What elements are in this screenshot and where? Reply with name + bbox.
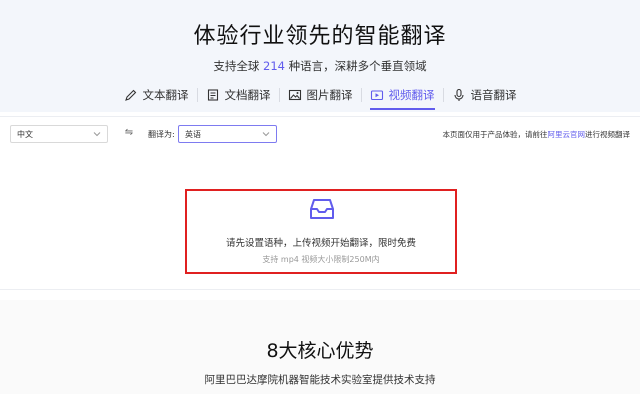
translation-tabs: 文本翻译 文档翻译 图片翻译 视频翻译 语音翻译	[0, 84, 640, 112]
target-language-select[interactable]: 英语	[178, 125, 277, 143]
product-notice: 本页面仅用于产品体验，请前往阿里云官网进行视频翻译	[443, 129, 631, 140]
advantages-title: 8大核心优势	[266, 340, 374, 362]
tab-label: 文档翻译	[224, 88, 271, 102]
target-language-value: 英语	[185, 129, 201, 139]
source-language-value: 中文	[17, 129, 33, 139]
chevron-down-icon	[262, 130, 270, 138]
source-language-select[interactable]: 中文	[10, 125, 108, 143]
pen-icon	[124, 88, 138, 102]
hero-subtitle: 支持全球 214 种语言，深耕多个垂直领域	[0, 58, 640, 74]
hero-section: 体验行业领先的智能翻译 支持全球 214 种语言，深耕多个垂直领域 文本翻译 文…	[0, 0, 640, 112]
tab-image-translation[interactable]: 图片翻译	[280, 84, 361, 106]
notice-prefix: 本页面仅用于产品体验，请前往	[442, 130, 548, 139]
video-upload-dropzone[interactable]: 请先设置语种，上传视频开始翻译，限时免费 支持 mp4 视频大小限制250M内	[185, 189, 457, 274]
language-count: 214	[263, 59, 285, 73]
upload-instruction: 请先设置语种，上传视频开始翻译，限时免费	[225, 238, 416, 249]
tab-video-translation[interactable]: 视频翻译	[362, 84, 443, 110]
tab-text-translation[interactable]: 文本翻译	[116, 84, 197, 106]
aliyun-link[interactable]: 阿里云官网	[548, 130, 586, 139]
advantages-section: 8大核心优势 阿里巴巴达摩院机器智能技术实验室提供技术支持	[0, 300, 640, 394]
tab-voice-translation[interactable]: 语音翻译	[444, 84, 525, 106]
tab-document-translation[interactable]: 文档翻译	[198, 84, 279, 106]
target-language-label: 翻译为:	[148, 130, 175, 139]
upload-area: 请先设置语种，上传视频开始翻译，限时免费 支持 mp4 视频大小限制250M内	[0, 151, 640, 290]
language-toolbar: 中文 ⇋ 翻译为: 英语 本页面仅用于产品体验，请前往阿里云官网进行视频翻译	[0, 116, 640, 152]
tab-label: 图片翻译	[306, 88, 353, 102]
upload-limit-hint: 支持 mp4 视频大小限制250M内	[262, 255, 380, 264]
tab-label: 文本翻译	[142, 88, 189, 102]
document-icon	[206, 88, 220, 102]
tab-label: 语音翻译	[470, 88, 517, 102]
video-icon	[370, 88, 384, 102]
page-title: 体验行业领先的智能翻译	[193, 24, 447, 49]
advantages-subtitle: 阿里巴巴达摩院机器智能技术实验室提供技术支持	[204, 374, 436, 386]
swap-icon[interactable]: ⇋	[122, 127, 136, 141]
image-icon	[288, 88, 302, 102]
tab-label: 视频翻译	[388, 88, 435, 102]
microphone-icon	[452, 88, 466, 102]
inbox-icon	[309, 197, 335, 221]
chevron-down-icon	[93, 130, 101, 138]
subtitle-suffix: 种语言，深耕多个垂直领域	[288, 59, 427, 73]
subtitle-prefix: 支持全球	[213, 59, 260, 73]
notice-suffix: 进行视频翻译	[585, 130, 630, 139]
